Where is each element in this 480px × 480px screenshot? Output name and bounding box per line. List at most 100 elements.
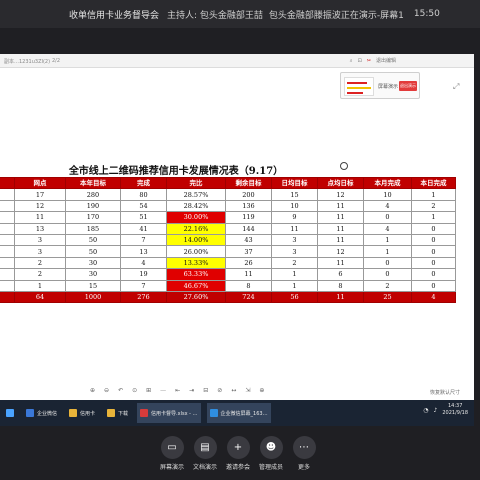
restore-size-link[interactable]: 恢复默认尺寸 bbox=[430, 389, 460, 396]
viewer-tool-icon[interactable]: ⊟ bbox=[203, 385, 208, 397]
document-viewer-bar: 副本…1231u3ZI(2) 2/2 ⌕ ⊡ ✂ 退出编辑 bbox=[0, 54, 474, 68]
total-cell: 1000 bbox=[65, 290, 121, 304]
viewer-tool-icon[interactable]: ↶ bbox=[118, 385, 123, 397]
table-cell bbox=[0, 268, 15, 281]
folder-icon bbox=[107, 409, 116, 417]
table-cell: 11 bbox=[317, 233, 364, 247]
table-cell: 2 bbox=[271, 256, 318, 270]
viewer-tool-icon[interactable]: ⊡ bbox=[358, 58, 362, 64]
table-cell bbox=[0, 245, 15, 258]
table-cell: 3 bbox=[14, 245, 66, 258]
table-cell: 37 bbox=[225, 245, 272, 258]
table-cell: 50 bbox=[65, 233, 121, 247]
table-cell: 11 bbox=[271, 222, 318, 235]
taskbar-item[interactable]: 企业微信 bbox=[23, 403, 60, 423]
taskbar-item[interactable]: 信用卡督导.xlsx - … bbox=[137, 403, 201, 423]
meeting-window: 收单信用卡业务督导会 主持人: 包头金融部王喆 包头金融部滕振波正在演示-屏幕1… bbox=[0, 0, 480, 480]
column-header: 本日完成 bbox=[411, 176, 456, 190]
exit-edit-button[interactable]: 退出编辑 bbox=[376, 57, 396, 64]
taskbar-item-label: 企业微信屏幕_163… bbox=[220, 410, 268, 417]
document-share-button[interactable]: ▤ 文档演示 bbox=[188, 436, 222, 471]
manage-members-button[interactable]: ☻ 管理成员 bbox=[254, 436, 288, 471]
viewer-tool-icon[interactable]: ⇥ bbox=[189, 385, 194, 397]
folder-icon bbox=[69, 409, 78, 417]
table-cell: 170 bbox=[65, 211, 121, 224]
more-button[interactable]: ⋯ 更多 bbox=[287, 436, 321, 471]
screen-share-thumbnail[interactable]: 屏幕演示 退出演示 bbox=[340, 72, 420, 99]
table-cell: 119 bbox=[225, 211, 272, 224]
screen-share-button[interactable]: ▭ 屏幕演示 bbox=[155, 436, 189, 471]
windows-taskbar: 企业微信 信用卡 下载 信用卡督导.xlsx - … 企业微信屏幕_163… ◔ ♪ 1… bbox=[0, 400, 474, 426]
taskbar-item[interactable]: 信用卡 bbox=[66, 403, 98, 423]
table-cell: 50 bbox=[65, 245, 121, 258]
invite-icon: + bbox=[226, 436, 250, 459]
cursor-icon bbox=[340, 162, 348, 170]
table-cell: 17 bbox=[14, 188, 66, 201]
expand-icon[interactable]: ⤢ bbox=[453, 82, 463, 92]
table-cell bbox=[0, 233, 15, 247]
table-cell: 43 bbox=[225, 233, 272, 247]
meeting-controls: ▭ 屏幕演示 ▤ 文档演示 + 邀请参会 ☻ 管理成员 ⋯ 更多 bbox=[0, 434, 480, 480]
column-header: 网点 bbox=[14, 176, 66, 190]
table-cell bbox=[0, 199, 15, 213]
shared-screen: 副本…1231u3ZI(2) 2/2 ⌕ ⊡ ✂ 退出编辑 屏幕演示 退出演示 ⤢ 全… bbox=[0, 54, 474, 426]
stop-presenting-button[interactable]: 退出演示 bbox=[399, 81, 417, 91]
table-cell: 15 bbox=[65, 279, 121, 292]
table-cell: 30 bbox=[65, 256, 121, 270]
viewer-tool-icon[interactable]: ⌕ bbox=[350, 58, 353, 64]
taskbar-item-label: 下载 bbox=[118, 410, 129, 417]
system-tray: ◔ ♪ 14:37 2021/9/18 bbox=[423, 403, 468, 417]
viewer-tool-icon[interactable]: ⊕ bbox=[90, 385, 95, 397]
viewer-bottom-toolbar: ⊕ ⊖ ↶ ⊙ ⊞ — ⇤ ⇥ ⊟ ⊘ ↔ ⇲ ⊕ bbox=[90, 385, 264, 397]
completion-rate-cell: 22.16% bbox=[166, 222, 226, 235]
table-cell: 144 bbox=[225, 222, 272, 235]
search-icon bbox=[26, 409, 34, 417]
control-label: 更多 bbox=[297, 464, 310, 471]
viewer-tool-icon[interactable]: ↔ bbox=[231, 385, 236, 397]
total-cell: 56 bbox=[271, 290, 318, 304]
table-cell: 2 bbox=[363, 279, 412, 292]
table-cell: 1 bbox=[271, 268, 318, 281]
invite-button[interactable]: + 邀请参会 bbox=[221, 436, 255, 471]
completion-rate-cell: 13.33% bbox=[166, 256, 226, 270]
viewer-tool-icon[interactable]: ⊞ bbox=[146, 385, 151, 397]
total-cell: 276 bbox=[120, 290, 167, 304]
completion-rate-cell: 30.00% bbox=[166, 211, 226, 224]
viewer-tool-icon[interactable]: ⊘ bbox=[217, 385, 222, 397]
taskbar-item[interactable]: 企业微信屏幕_163… bbox=[206, 403, 271, 423]
total-cell: 724 bbox=[225, 290, 272, 304]
viewer-tool-icon[interactable]: ⊖ bbox=[104, 385, 109, 397]
table-row: 13 185 41 22.16% 144 11 11 4 0 bbox=[0, 222, 456, 235]
table-row: 3 50 7 14.00% 43 3 11 1 0 bbox=[0, 233, 456, 247]
start-button[interactable] bbox=[0, 403, 17, 423]
completion-rate-cell: 14.00% bbox=[166, 233, 226, 247]
table-cell: 30 bbox=[65, 268, 121, 281]
table-cell: 54 bbox=[120, 199, 167, 213]
table-cell: 3 bbox=[271, 233, 318, 247]
table-cell: 80 bbox=[120, 188, 167, 201]
table-cell: 7 bbox=[120, 233, 167, 247]
table-cell: 13 bbox=[14, 222, 66, 235]
viewer-tool-icon[interactable]: ⊙ bbox=[132, 385, 137, 397]
viewer-tool-icon[interactable]: ⊕ bbox=[259, 385, 264, 397]
column-header: 点均日标 bbox=[317, 176, 364, 190]
taskbar-item[interactable]: 下载 bbox=[104, 403, 131, 423]
thumbnail-label: 屏幕演示 bbox=[378, 84, 399, 90]
table-cell: 10 bbox=[363, 188, 412, 201]
windows-start-icon bbox=[6, 409, 14, 417]
table-cell: 4 bbox=[363, 199, 412, 213]
completion-rate-cell: 46.67% bbox=[166, 279, 226, 292]
table-cell: 4 bbox=[120, 256, 167, 270]
table-cell: 4 bbox=[363, 222, 412, 235]
viewer-tool-icon[interactable]: ✂ bbox=[367, 58, 371, 64]
table-cell: 8 bbox=[225, 279, 272, 292]
table-cell: 9 bbox=[271, 211, 318, 224]
table-cell: 6 bbox=[317, 268, 364, 281]
total-cell: 64 bbox=[14, 290, 66, 304]
table-cell: 15 bbox=[271, 188, 318, 201]
viewer-tool-icon[interactable]: ⇤ bbox=[175, 385, 180, 397]
meeting-title-bar: 收单信用卡业务督导会 主持人: 包头金融部王喆 包头金融部滕振波正在演示-屏幕1… bbox=[0, 0, 480, 28]
table-cell: 0 bbox=[363, 268, 412, 281]
viewer-tool-icon[interactable]: ⇲ bbox=[245, 385, 250, 397]
table-cell: 136 bbox=[225, 199, 272, 213]
